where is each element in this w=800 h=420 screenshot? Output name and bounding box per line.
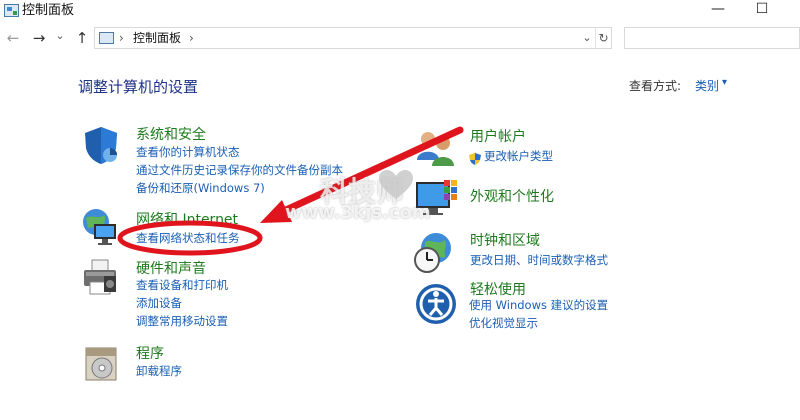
heart-icon: [378, 170, 414, 204]
watermark-url: www.3kjs.com: [285, 202, 431, 223]
highlight-ellipse: [117, 220, 263, 256]
